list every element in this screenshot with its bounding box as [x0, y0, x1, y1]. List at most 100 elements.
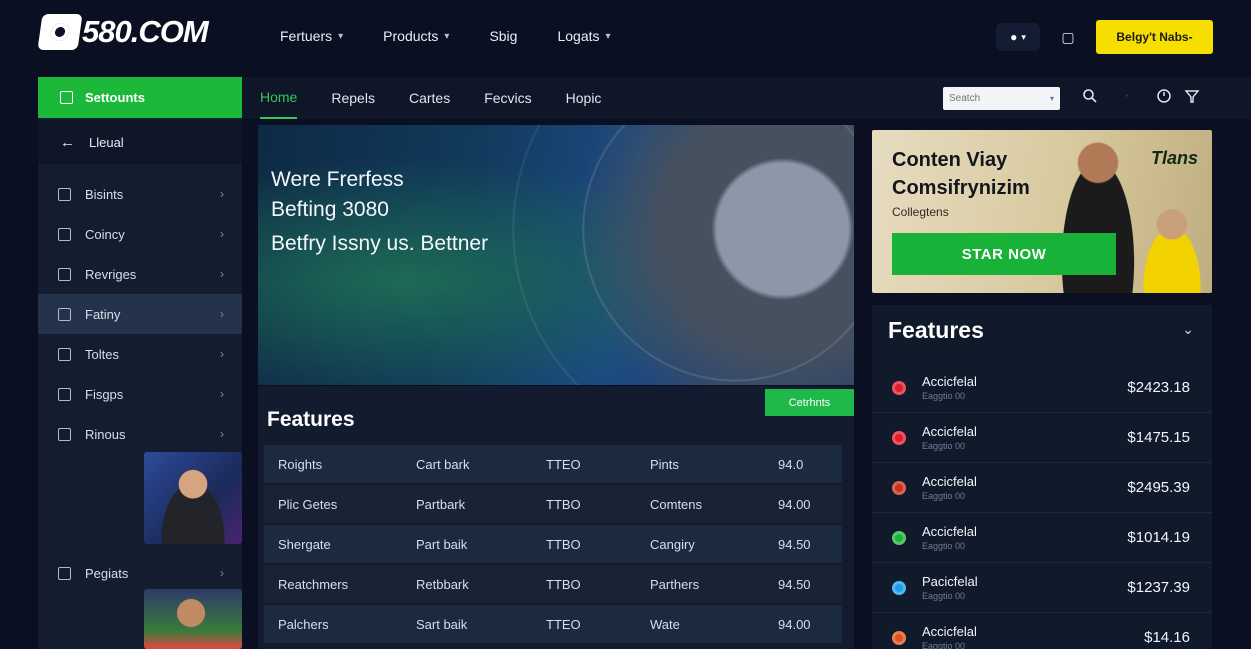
table-cell: Part baik: [416, 536, 468, 552]
player-thumbnail[interactable]: [144, 589, 242, 649]
sidebar-item-3[interactable]: Revriges ›: [38, 254, 242, 294]
status-dot-icon: [892, 430, 906, 445]
list-item-text: Accicfelal Eaggtio 00: [922, 474, 1127, 501]
start-now-button[interactable]: STAR NOW: [892, 233, 1116, 275]
list-item-name: Accicfelal: [922, 624, 977, 639]
list-item-text: Accicfelal Eaggtio 00: [922, 524, 1127, 551]
top-nav-label: Products: [383, 28, 439, 44]
sidebar-settings[interactable]: Settounts: [38, 77, 242, 118]
chevron-right-icon: ›: [220, 307, 224, 321]
features-section: Features Cetrhnts Roights Cart bark TTEO…: [258, 386, 854, 649]
top-nav-products[interactable]: Products ▾: [383, 28, 449, 44]
list-item-sub: Eaggtio 00: [922, 541, 966, 551]
tab-repels[interactable]: Repels: [331, 90, 375, 106]
table-row[interactable]: Reatchmers Retbbark TTBO Parthers 94.50: [264, 565, 842, 603]
search-box: ▾: [943, 87, 1060, 110]
hero-line-3: Betfry Issny us. Bettner: [271, 232, 489, 255]
player-thumbnail[interactable]: [144, 452, 242, 544]
logo[interactable]: 580.COM: [37, 14, 209, 50]
list-item[interactable]: Pacicfelal Eaggtio 00 $1237.39: [872, 563, 1212, 613]
top-nav-label: Sbig: [489, 28, 518, 44]
flag-icon: [58, 387, 71, 401]
status-dot-icon: [892, 380, 906, 395]
table-cell: 94.50: [778, 576, 811, 592]
filter-icon[interactable]: [1184, 88, 1200, 104]
top-nav: Fertuers ▾ Products ▾ Sbig Logats ▾: [280, 28, 611, 44]
sidebar-item-5[interactable]: Toltes ›: [38, 334, 242, 374]
sidebar: Settounts ← Lleual Bisints › Coincy › Revr…: [38, 77, 242, 649]
notifications-icon[interactable]: ▢: [1054, 23, 1082, 51]
document-icon: [58, 187, 71, 201]
list-item[interactable]: Accicfelal Eaggtio 00 $2495.39: [872, 463, 1212, 513]
status-dot-icon: [892, 530, 906, 545]
table-cell: TTEO: [546, 456, 581, 472]
list-item[interactable]: Accicfelal Eaggtio 00 $1475.15: [872, 413, 1212, 463]
tab-hopic[interactable]: Hopic: [566, 90, 602, 106]
chevron-down-icon[interactable]: ⌄: [1182, 321, 1194, 338]
sidebar-item-1[interactable]: Bisints ›: [38, 174, 242, 214]
list-item-sub: Eaggtio 00: [922, 491, 966, 501]
table-cell: TTBO: [546, 576, 581, 592]
language-selector[interactable]: ● ▾: [996, 23, 1040, 51]
sidebar-item-2[interactable]: Coincy ›: [38, 214, 242, 254]
features-list: Accicfelal Eaggtio 00 $2423.18 Accicfela…: [872, 363, 1212, 649]
list-item[interactable]: Accicfelal Eaggtio 00 $2423.18: [872, 363, 1212, 413]
promo-title-line: Conten Viay: [892, 149, 1008, 171]
table-cell: Sart baik: [416, 616, 468, 632]
table-cell: Plic Getes: [278, 496, 338, 512]
list-item-text: Accicfelal Eaggtio 00: [922, 374, 1127, 401]
sidebar-back-label: Lleual: [89, 134, 124, 150]
chevron-right-icon: ›: [220, 347, 224, 361]
table-cell: Retbbark: [416, 576, 469, 592]
list-item-text: Accicfelal Eaggtio 00: [922, 424, 1127, 451]
table-row[interactable]: Shergate Part baik TTBO Cangiry 94.50: [264, 525, 842, 563]
search-icon[interactable]: [1082, 88, 1098, 104]
list-item[interactable]: Accicfelal Eaggtio 00 $14.16: [872, 613, 1212, 649]
sidebar-item-label: Coincy: [85, 226, 125, 242]
list-item[interactable]: Accicfelal Eaggtio 00 $1014.19: [872, 513, 1212, 563]
sidebar-back[interactable]: ← Lleual: [38, 120, 242, 164]
top-header: 580.COM Fertuers ▾ Products ▾ Sbig Logats ▾…: [0, 0, 1251, 76]
table-row[interactable]: Plic Getes Partbark TTBO Comtens 94.00: [264, 485, 842, 523]
header-cta-button[interactable]: Belgy't Nabs-: [1096, 20, 1213, 54]
sidebar-item-label: Fatiny: [85, 306, 121, 322]
tab-home[interactable]: Home: [260, 77, 298, 119]
top-nav-logats[interactable]: Logats ▾: [557, 28, 610, 44]
table-cell: Reatchmers: [278, 576, 349, 592]
list-item-name: Accicfelal: [922, 374, 977, 389]
hero-line-2: Befting 3080: [271, 198, 389, 221]
globe-icon: ●: [1010, 30, 1018, 44]
sidebar-item-label: Revriges: [85, 266, 137, 282]
sidebar-item-4[interactable]: Fatiny ›: [38, 294, 242, 334]
list-item-amount: $2495.39: [1127, 479, 1190, 496]
lock-icon: [58, 227, 71, 241]
sidebar-item-label: Bisints: [85, 186, 124, 202]
tab-fecvics[interactable]: Fecvics: [484, 90, 531, 106]
tab-cartes[interactable]: Cartes: [409, 90, 450, 106]
table-cell: Shergate: [278, 536, 331, 552]
main-nav: Home Repels Cartes Fecvics Hopic ▾ ·: [242, 77, 1251, 119]
table-cell: TTEO: [546, 616, 581, 632]
table-row[interactable]: Palchers Sart baik TTEO Wate 94.00: [264, 605, 842, 643]
tab-bar: Home Repels Cartes Fecvics Hopic: [260, 77, 601, 119]
table-row[interactable]: Roights Cart bark TTEO Pints 94.0: [264, 445, 842, 483]
list-item-text: Pacicfelal Eaggtio 00: [922, 574, 1127, 601]
search-input[interactable]: [949, 93, 1050, 104]
sidebar-item-7[interactable]: Rinous ›: [38, 414, 242, 454]
table-cell: 94.00: [778, 616, 811, 632]
chevron-down-icon: ▾: [1049, 94, 1054, 103]
clock-icon[interactable]: [1156, 88, 1172, 104]
sidebar-item-6[interactable]: Fisgps ›: [38, 374, 242, 414]
features-action-button[interactable]: Cetrhnts: [765, 389, 854, 416]
sidebar-item-bottom[interactable]: Pegiats ›: [38, 553, 242, 593]
top-nav-blog[interactable]: Sbig: [489, 28, 517, 44]
hero-banner[interactable]: Were Frerfess Befting 3080 Betfry Issny …: [258, 125, 854, 385]
table-cell: 94.0: [778, 456, 804, 472]
status-dot-icon: [892, 630, 906, 645]
chevron-right-icon: ›: [220, 427, 224, 441]
status-dot-icon: [892, 580, 906, 595]
table-cell: Comtens: [650, 496, 703, 512]
sidebar-item-label: Rinous: [85, 426, 126, 442]
table-cell: Wate: [650, 616, 680, 632]
top-nav-features[interactable]: Fertuers ▾: [280, 28, 343, 44]
